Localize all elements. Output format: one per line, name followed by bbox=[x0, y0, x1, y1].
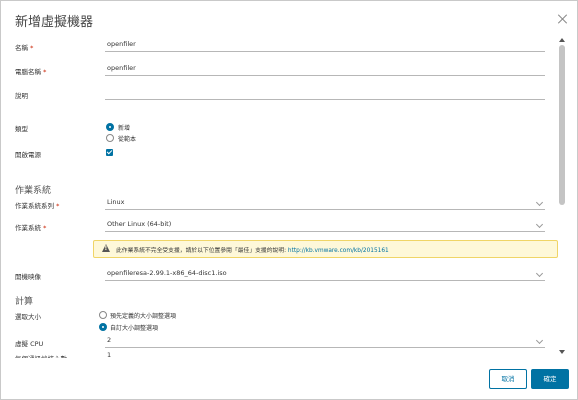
name-field[interactable]: openfiler bbox=[105, 39, 545, 52]
dialog-footer: 取消 確定 bbox=[1, 359, 577, 399]
vcpu-select[interactable]: 2 bbox=[105, 335, 545, 348]
close-icon[interactable] bbox=[557, 13, 569, 25]
ok-button[interactable]: 確定 bbox=[531, 369, 569, 389]
vcpu-label: 虛擬 CPU bbox=[15, 340, 44, 348]
computer-name-field[interactable]: openfiler bbox=[105, 63, 545, 76]
computer-name-label: 電腦名稱 * bbox=[15, 68, 47, 76]
os-family-label: 作業系統系列 * bbox=[15, 202, 60, 210]
type-label: 類型 bbox=[15, 125, 28, 133]
size-select-label: 選取大小 bbox=[15, 313, 41, 321]
dialog-title: 新增虛擬機器 bbox=[15, 15, 94, 30]
os-section-title: 作業系統 bbox=[15, 186, 52, 196]
description-field[interactable] bbox=[105, 87, 545, 100]
cancel-button[interactable]: 取消 bbox=[489, 369, 527, 389]
add-vm-dialog: 新增虛擬機器 名稱 * openfiler 電腦名稱 * openfiler 說… bbox=[0, 0, 578, 400]
compute-section-title: 計算 bbox=[15, 297, 34, 307]
size-custom-label: 自訂大小調整選項 bbox=[110, 325, 159, 332]
type-template-radio[interactable] bbox=[106, 134, 114, 142]
chevron-down-icon bbox=[535, 336, 544, 345]
chevron-down-icon bbox=[535, 220, 544, 229]
kb-link[interactable]: http://kb.vmware.com/kb/2015161 bbox=[288, 248, 389, 254]
scroll-up-arrow[interactable] bbox=[559, 38, 565, 42]
boot-image-select[interactable]: openfileresa-2.99.1-x86_64-disc1.iso bbox=[105, 268, 545, 281]
size-predefined-radio[interactable] bbox=[99, 311, 107, 319]
power-on-label: 開啟電源 bbox=[15, 151, 41, 159]
warning-text: 此作業系統不完全受支援，請於以下位置參閱「最佳」支援的說明: http://kb… bbox=[116, 248, 389, 254]
scroll-down-arrow[interactable] bbox=[559, 350, 565, 354]
type-new-radio[interactable] bbox=[106, 123, 114, 131]
os-select[interactable]: Other Linux (64-bit) bbox=[105, 219, 545, 232]
cores-per-socket-label: 每個通訊端核心數 bbox=[15, 353, 67, 358]
type-new-label: 新增 bbox=[118, 125, 131, 132]
description-label: 說明 bbox=[15, 92, 28, 100]
size-predefined-label: 預先定義的大小調整選項 bbox=[110, 313, 177, 320]
warning-icon bbox=[102, 244, 110, 252]
name-label: 名稱 * bbox=[15, 44, 34, 52]
chevron-down-icon bbox=[535, 269, 544, 278]
os-family-select[interactable]: Linux bbox=[105, 197, 545, 210]
power-on-checkbox[interactable] bbox=[106, 149, 113, 156]
chevron-down-icon bbox=[535, 198, 544, 207]
type-template-label: 從範本 bbox=[118, 136, 137, 143]
cores-per-socket-select[interactable]: 1 bbox=[105, 350, 545, 357]
size-custom-radio[interactable] bbox=[99, 323, 107, 331]
boot-image-label: 開機映像 bbox=[15, 273, 41, 281]
os-label: 作業系統 * bbox=[15, 224, 47, 232]
os-warning-banner: 此作業系統不完全受支援，請於以下位置參閱「最佳」支援的說明: http://kb… bbox=[93, 240, 558, 258]
scrollbar-thumb[interactable] bbox=[559, 45, 565, 205]
